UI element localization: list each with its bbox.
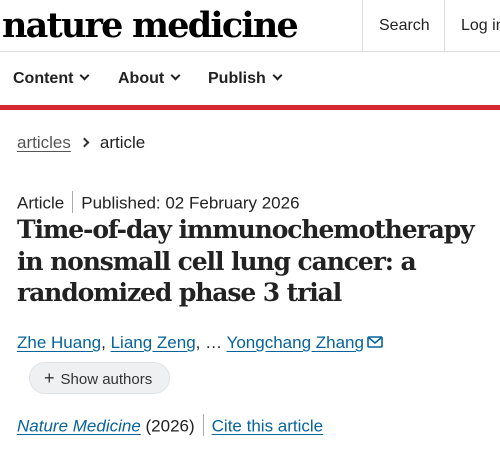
chevron-down-icon [170,70,181,81]
nav-item-content[interactable]: Content [13,52,90,104]
mail-icon[interactable] [367,335,383,348]
nav-item-label: Publish [208,70,266,87]
search-link[interactable]: Search [379,0,430,51]
author-separator: , [195,333,201,352]
nav-item-about[interactable]: About [118,52,181,104]
main-nav: Content About Publish [0,52,500,104]
published-date: Published: 02 February 2026 [81,193,300,213]
author-link[interactable]: Yongchang Zhang [227,333,364,352]
plus-icon: + [44,368,55,388]
chevron-right-icon [79,137,90,148]
journal-link[interactable]: Nature Medicine [17,416,141,435]
journal-logo[interactable]: nature medicine [2,4,299,48]
author-link[interactable]: Liang Zeng [111,333,196,352]
header-divider [444,0,445,51]
citation-divider [202,414,204,436]
show-authors-button[interactable]: + Show authors [29,362,170,394]
brand-accent-bar [0,105,500,110]
chevron-down-icon [272,70,283,81]
author-ellipsis: … [205,333,223,352]
article-meta: Article Published: 02 February 2026 [17,191,300,215]
publication-year: (2026) [145,416,195,436]
author-separator: , [101,333,106,352]
header-divider [362,0,363,51]
nav-item-publish[interactable]: Publish [208,52,283,104]
chevron-down-icon [79,70,90,81]
login-link[interactable]: Log in [461,0,500,51]
article-type: Article [17,193,65,213]
nav-item-label: Content [13,70,74,87]
citation-line: Nature Medicine (2026) Cite this article [17,414,323,438]
meta-divider [72,191,74,213]
show-authors-label: Show authors [60,371,153,388]
article-title: Time-of-day immunochemotherapy in nonsma… [17,215,475,307]
cite-this-article-link[interactable]: Cite this article [212,416,323,435]
nav-item-label: About [118,70,165,87]
breadcrumb: articles article [17,133,145,155]
site-header: nature medicine Search Log in [0,0,500,52]
breadcrumb-articles-link[interactable]: articles [17,133,71,152]
author-list: Zhe Huang, Liang Zeng, … Yongchang Zhang [17,333,383,353]
author-link[interactable]: Zhe Huang [17,333,101,352]
breadcrumb-current: article [99,133,146,152]
